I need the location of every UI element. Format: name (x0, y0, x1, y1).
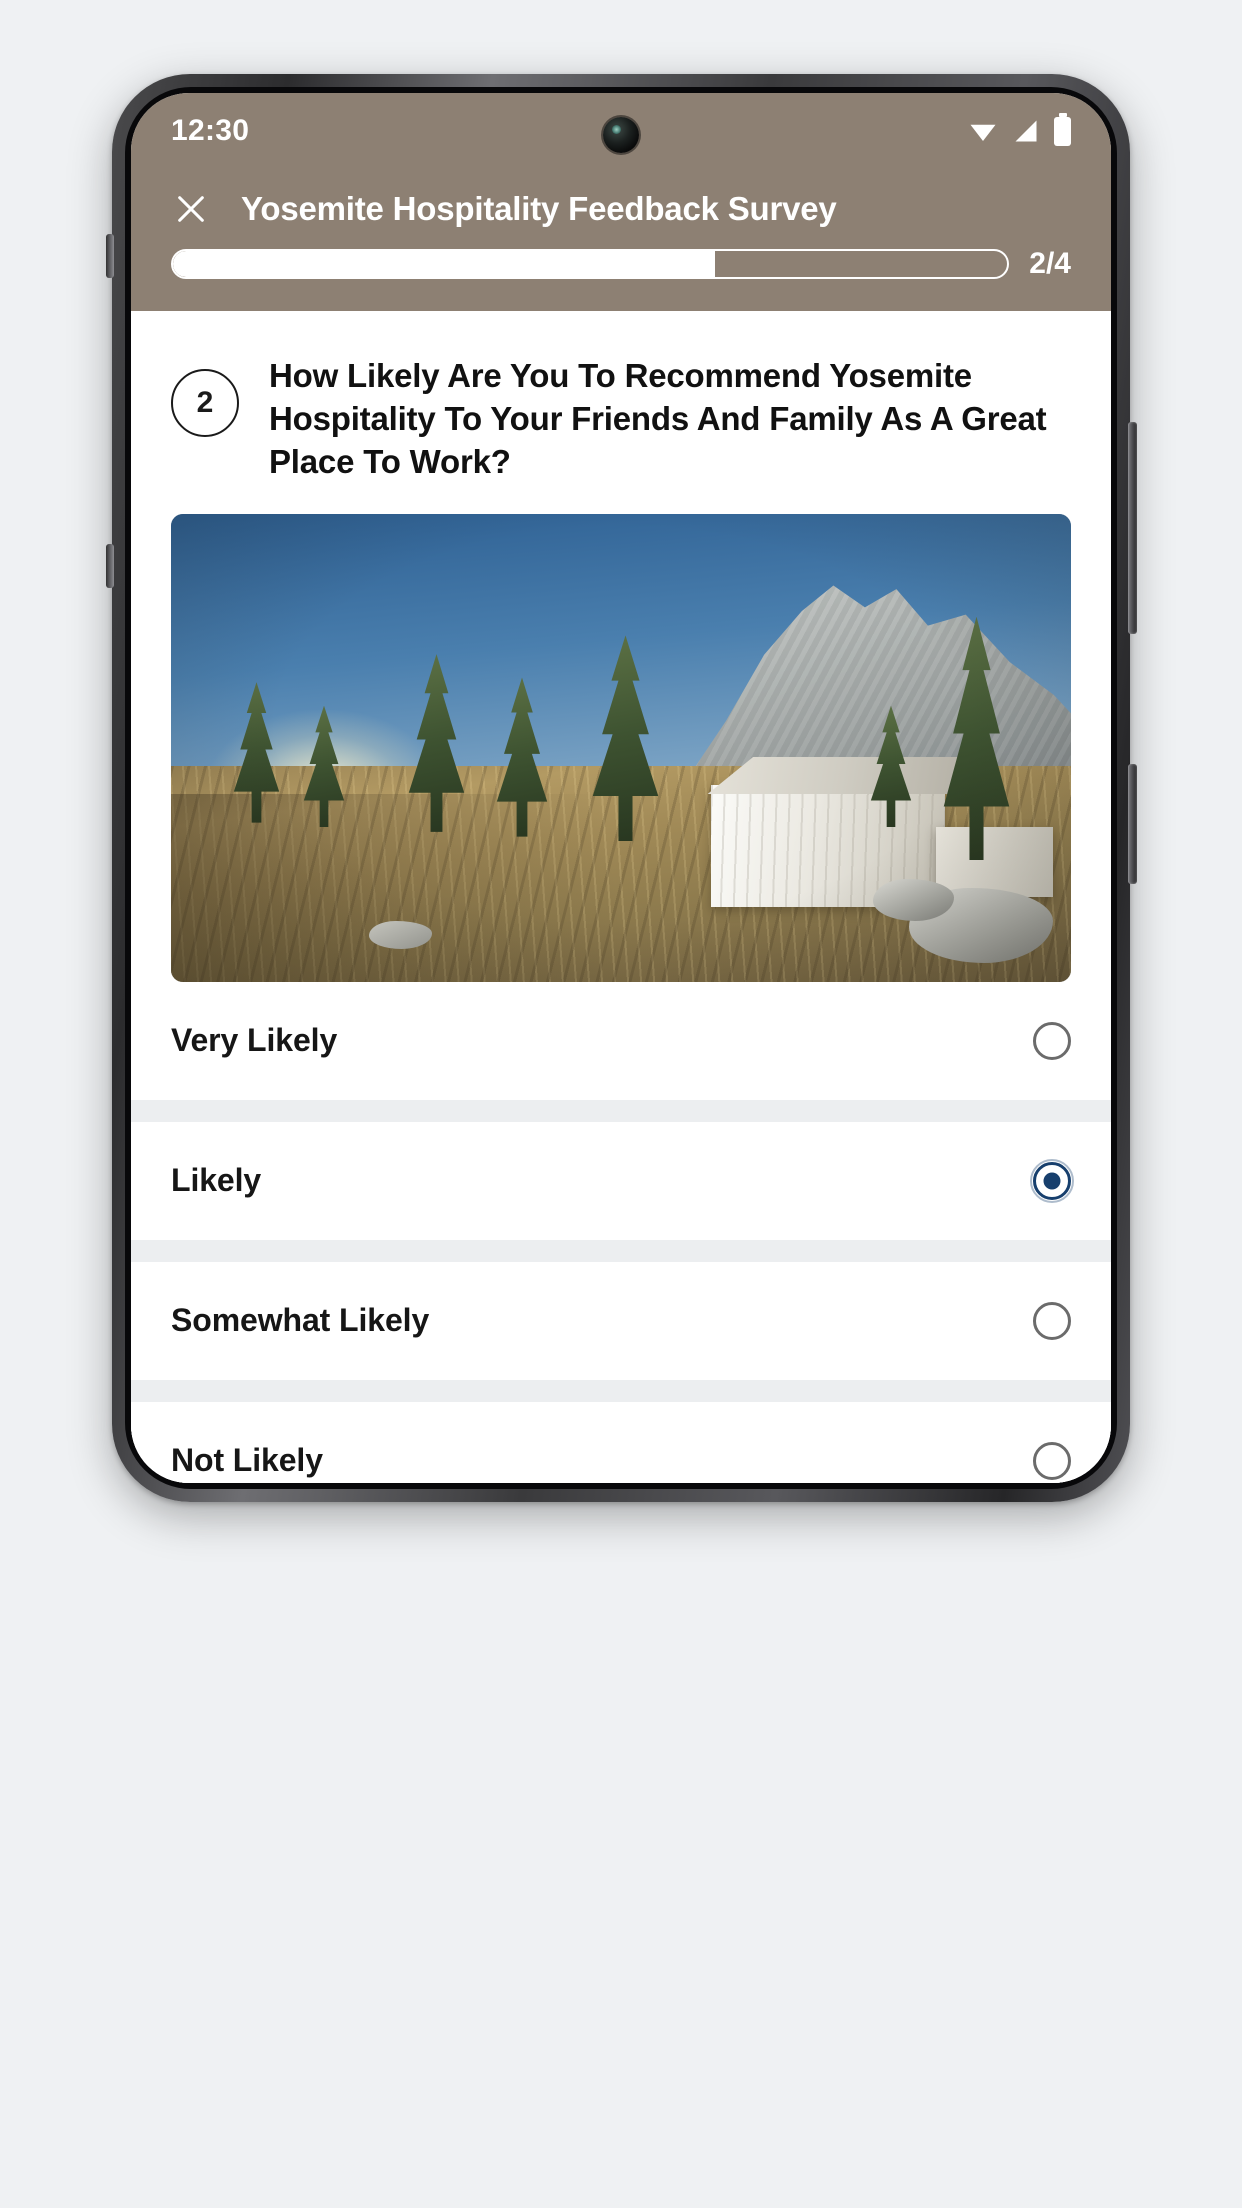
option-row-not-likely[interactable]: Not Likely (131, 1401, 1111, 1483)
power-button[interactable] (1128, 422, 1137, 634)
survey-body: 2 How Likely Are You To Recommend Yosemi… (131, 311, 1111, 1483)
option-row-very-likely[interactable]: Very Likely (131, 981, 1111, 1100)
answer-options-list: Very Likely Likely Somewhat Likely Not L… (131, 981, 1111, 1483)
title-bar: Yosemite Hospitality Feedback Survey (131, 169, 1111, 247)
left-side-button-bottom[interactable] (106, 544, 114, 588)
progress-label: 2/4 (1029, 247, 1071, 280)
option-row-likely[interactable]: Likely (131, 1121, 1111, 1240)
radio-button-somewhat-likely[interactable] (1033, 1301, 1071, 1340)
progress-bar-fill (173, 251, 716, 277)
question-text: How Likely Are You To Recommend Yosemite… (269, 357, 1047, 480)
option-row-somewhat-likely[interactable]: Somewhat Likely (131, 1261, 1111, 1380)
status-time: 12:30 (171, 114, 250, 147)
yosemite-tent-cabin-photo (171, 513, 1071, 982)
phone-frame: 12:30 Yosemite Hospitality Feedback Surv… (106, 74, 1137, 1502)
question-block: 2 How Likely Are You To Recommend Yosemi… (131, 311, 1111, 514)
option-label: Likely (171, 1162, 262, 1199)
status-icons (968, 116, 1071, 146)
option-label: Somewhat Likely (171, 1302, 430, 1339)
option-label: Very Likely (171, 1022, 338, 1059)
radio-button-likely[interactable] (1030, 1158, 1074, 1203)
option-divider (131, 1239, 1111, 1262)
cell-signal-icon (1015, 120, 1037, 142)
option-label: Not Likely (171, 1442, 323, 1479)
photo-vignette (171, 513, 1071, 982)
option-divider (131, 1379, 1111, 1402)
progress-bar (171, 249, 1010, 279)
question-number-badge: 2 (171, 369, 239, 437)
phone-screen: 12:30 Yosemite Hospitality Feedback Surv… (131, 93, 1111, 1483)
radio-button-very-likely[interactable] (1033, 1021, 1071, 1060)
radio-button-not-likely[interactable] (1033, 1441, 1071, 1480)
left-side-button-top[interactable] (106, 234, 114, 278)
option-divider (131, 1099, 1111, 1122)
wifi-icon (970, 124, 996, 141)
close-icon[interactable] (171, 189, 211, 229)
battery-icon (1054, 116, 1071, 146)
question-image-container (131, 513, 1111, 982)
status-bar: 12:30 (131, 93, 1111, 169)
page-title: Yosemite Hospitality Feedback Survey (241, 190, 837, 227)
screenshot-stage: 12:30 Yosemite Hospitality Feedback Surv… (0, 0, 1242, 2208)
progress-row: 2/4 (131, 247, 1111, 311)
volume-button[interactable] (1128, 764, 1137, 884)
app-header: 12:30 Yosemite Hospitality Feedback Surv… (131, 93, 1111, 311)
